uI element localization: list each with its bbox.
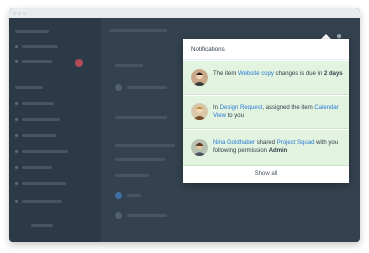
row-placeholder (127, 214, 167, 217)
board-link[interactable]: Design Request (220, 105, 263, 111)
main-title-placeholder (109, 29, 167, 32)
sidebar-row-placeholder (15, 28, 49, 37)
avatar (191, 103, 208, 120)
sidebar-item[interactable] (15, 58, 52, 67)
avatar (191, 139, 208, 156)
sidebar-section-label (15, 84, 43, 93)
show-all-button[interactable]: Show all (183, 166, 349, 183)
sidebar-item[interactable] (15, 100, 54, 109)
sidebar (9, 18, 101, 242)
sidebar-item[interactable] (15, 43, 58, 52)
notifications-title: Notifications (183, 39, 349, 60)
avatar (115, 84, 122, 91)
notification-text: Nina Goldhaber shared Project Squad with… (213, 140, 339, 155)
row-placeholder (115, 158, 165, 161)
notification-item[interactable]: In Design Request, assigned the item Cal… (183, 96, 349, 129)
notification-item[interactable]: Nina Goldhaber shared Project Squad with… (183, 130, 349, 166)
user-icon (115, 212, 122, 219)
notification-text: In Design Request, assigned the item Cal… (213, 105, 339, 120)
avatar (191, 69, 208, 86)
sidebar-item[interactable] (15, 164, 52, 173)
status-icon (115, 192, 122, 199)
row-placeholder (115, 174, 149, 177)
row-placeholder (127, 194, 141, 197)
sidebar-item[interactable] (15, 116, 60, 125)
sidebar-item[interactable] (15, 222, 53, 231)
sidebar-item[interactable] (15, 198, 62, 207)
notification-count-badge (75, 59, 83, 67)
close-dot[interactable] (13, 11, 16, 15)
user-link[interactable]: Nina Goldhaber (213, 140, 255, 146)
sidebar-item[interactable] (15, 180, 66, 189)
sidebar-item[interactable] (15, 132, 56, 141)
board-link[interactable]: Project Squad (277, 140, 315, 146)
title-bar (9, 8, 360, 18)
item-link[interactable]: Website copy (238, 71, 274, 77)
maximize-dot[interactable] (23, 11, 26, 15)
minimize-dot[interactable] (18, 11, 21, 15)
row-placeholder (115, 116, 167, 119)
row-placeholder (115, 144, 175, 147)
row-placeholder (127, 86, 167, 89)
row-placeholder (115, 64, 143, 67)
notification-item[interactable]: The item Website copy changes is due in … (183, 61, 349, 95)
notification-text: The item Website copy changes is due in … (213, 71, 343, 77)
notifications-panel: Notifications The item Website copy chan… (183, 39, 349, 183)
sidebar-item[interactable] (15, 148, 68, 157)
